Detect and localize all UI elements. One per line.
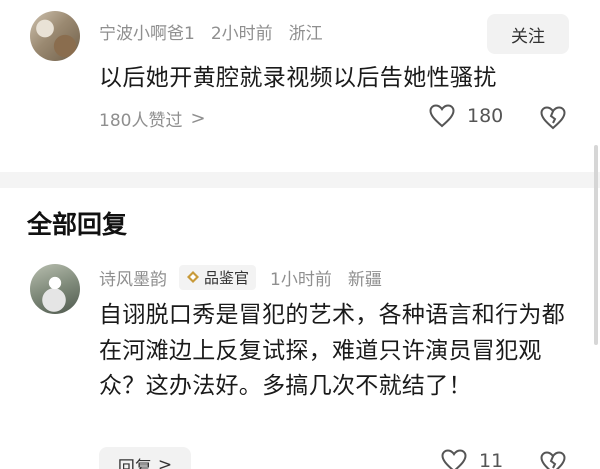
reply-meta: 诗风墨韵 品鉴官 1小时前 新疆 — [99, 264, 382, 290]
main-comment: 宁波小啊爸1 2小时前 浙江 关注 以后她开黄腔就录视频以后告她性骚扰 180人… — [0, 0, 600, 188]
likers-link[interactable]: 180人赞过 > — [99, 106, 206, 131]
location: 浙江 — [288, 23, 323, 44]
reply-like-count: 11 — [479, 450, 504, 469]
heart-icon — [429, 104, 455, 128]
diamond-badge-icon — [187, 271, 199, 283]
comment-text: 以后她开黄腔就录视频以后告她性骚扰 — [99, 65, 497, 91]
badge-label: 品鉴官 — [204, 268, 250, 287]
user-badge[interactable]: 品鉴官 — [179, 264, 257, 290]
timestamp: 2小时前 — [210, 23, 273, 44]
reply-like-button[interactable]: 11 — [441, 449, 503, 469]
like-count: 180 — [467, 105, 504, 127]
comment-meta: 宁波小啊爸1 2小时前 浙江 — [99, 18, 323, 44]
reply-location: 新疆 — [347, 269, 382, 290]
broken-heart-icon — [540, 451, 566, 469]
chevron-right-icon: > — [157, 455, 173, 469]
scrollbar[interactable] — [594, 145, 598, 345]
section-divider — [0, 172, 600, 188]
heart-icon — [441, 449, 467, 469]
follow-button[interactable]: 关注 — [487, 14, 569, 54]
reply-text: 自诩脱口秀是冒犯的艺术，各种语言和行为都在河滩边上反复试探，难道只许演员冒犯观众… — [99, 302, 565, 399]
reply-username[interactable]: 诗风墨韵 — [99, 265, 167, 290]
reply-avatar[interactable] — [30, 264, 80, 314]
like-button[interactable]: 180 — [429, 104, 503, 128]
reply-timestamp: 1小时前 — [270, 269, 332, 290]
likers-label: 180人赞过 — [99, 111, 183, 131]
reply-button[interactable]: 回复 > — [99, 447, 191, 469]
reply-button-label: 回复 — [117, 457, 152, 469]
dislike-button[interactable] — [540, 104, 566, 132]
broken-heart-icon — [540, 106, 566, 130]
avatar[interactable] — [30, 11, 80, 61]
username[interactable]: 宁波小啊爸1 — [99, 19, 195, 44]
reply-dislike-button[interactable] — [540, 449, 566, 469]
chevron-right-icon: > — [190, 108, 206, 129]
section-title: 全部回复 — [27, 210, 128, 239]
